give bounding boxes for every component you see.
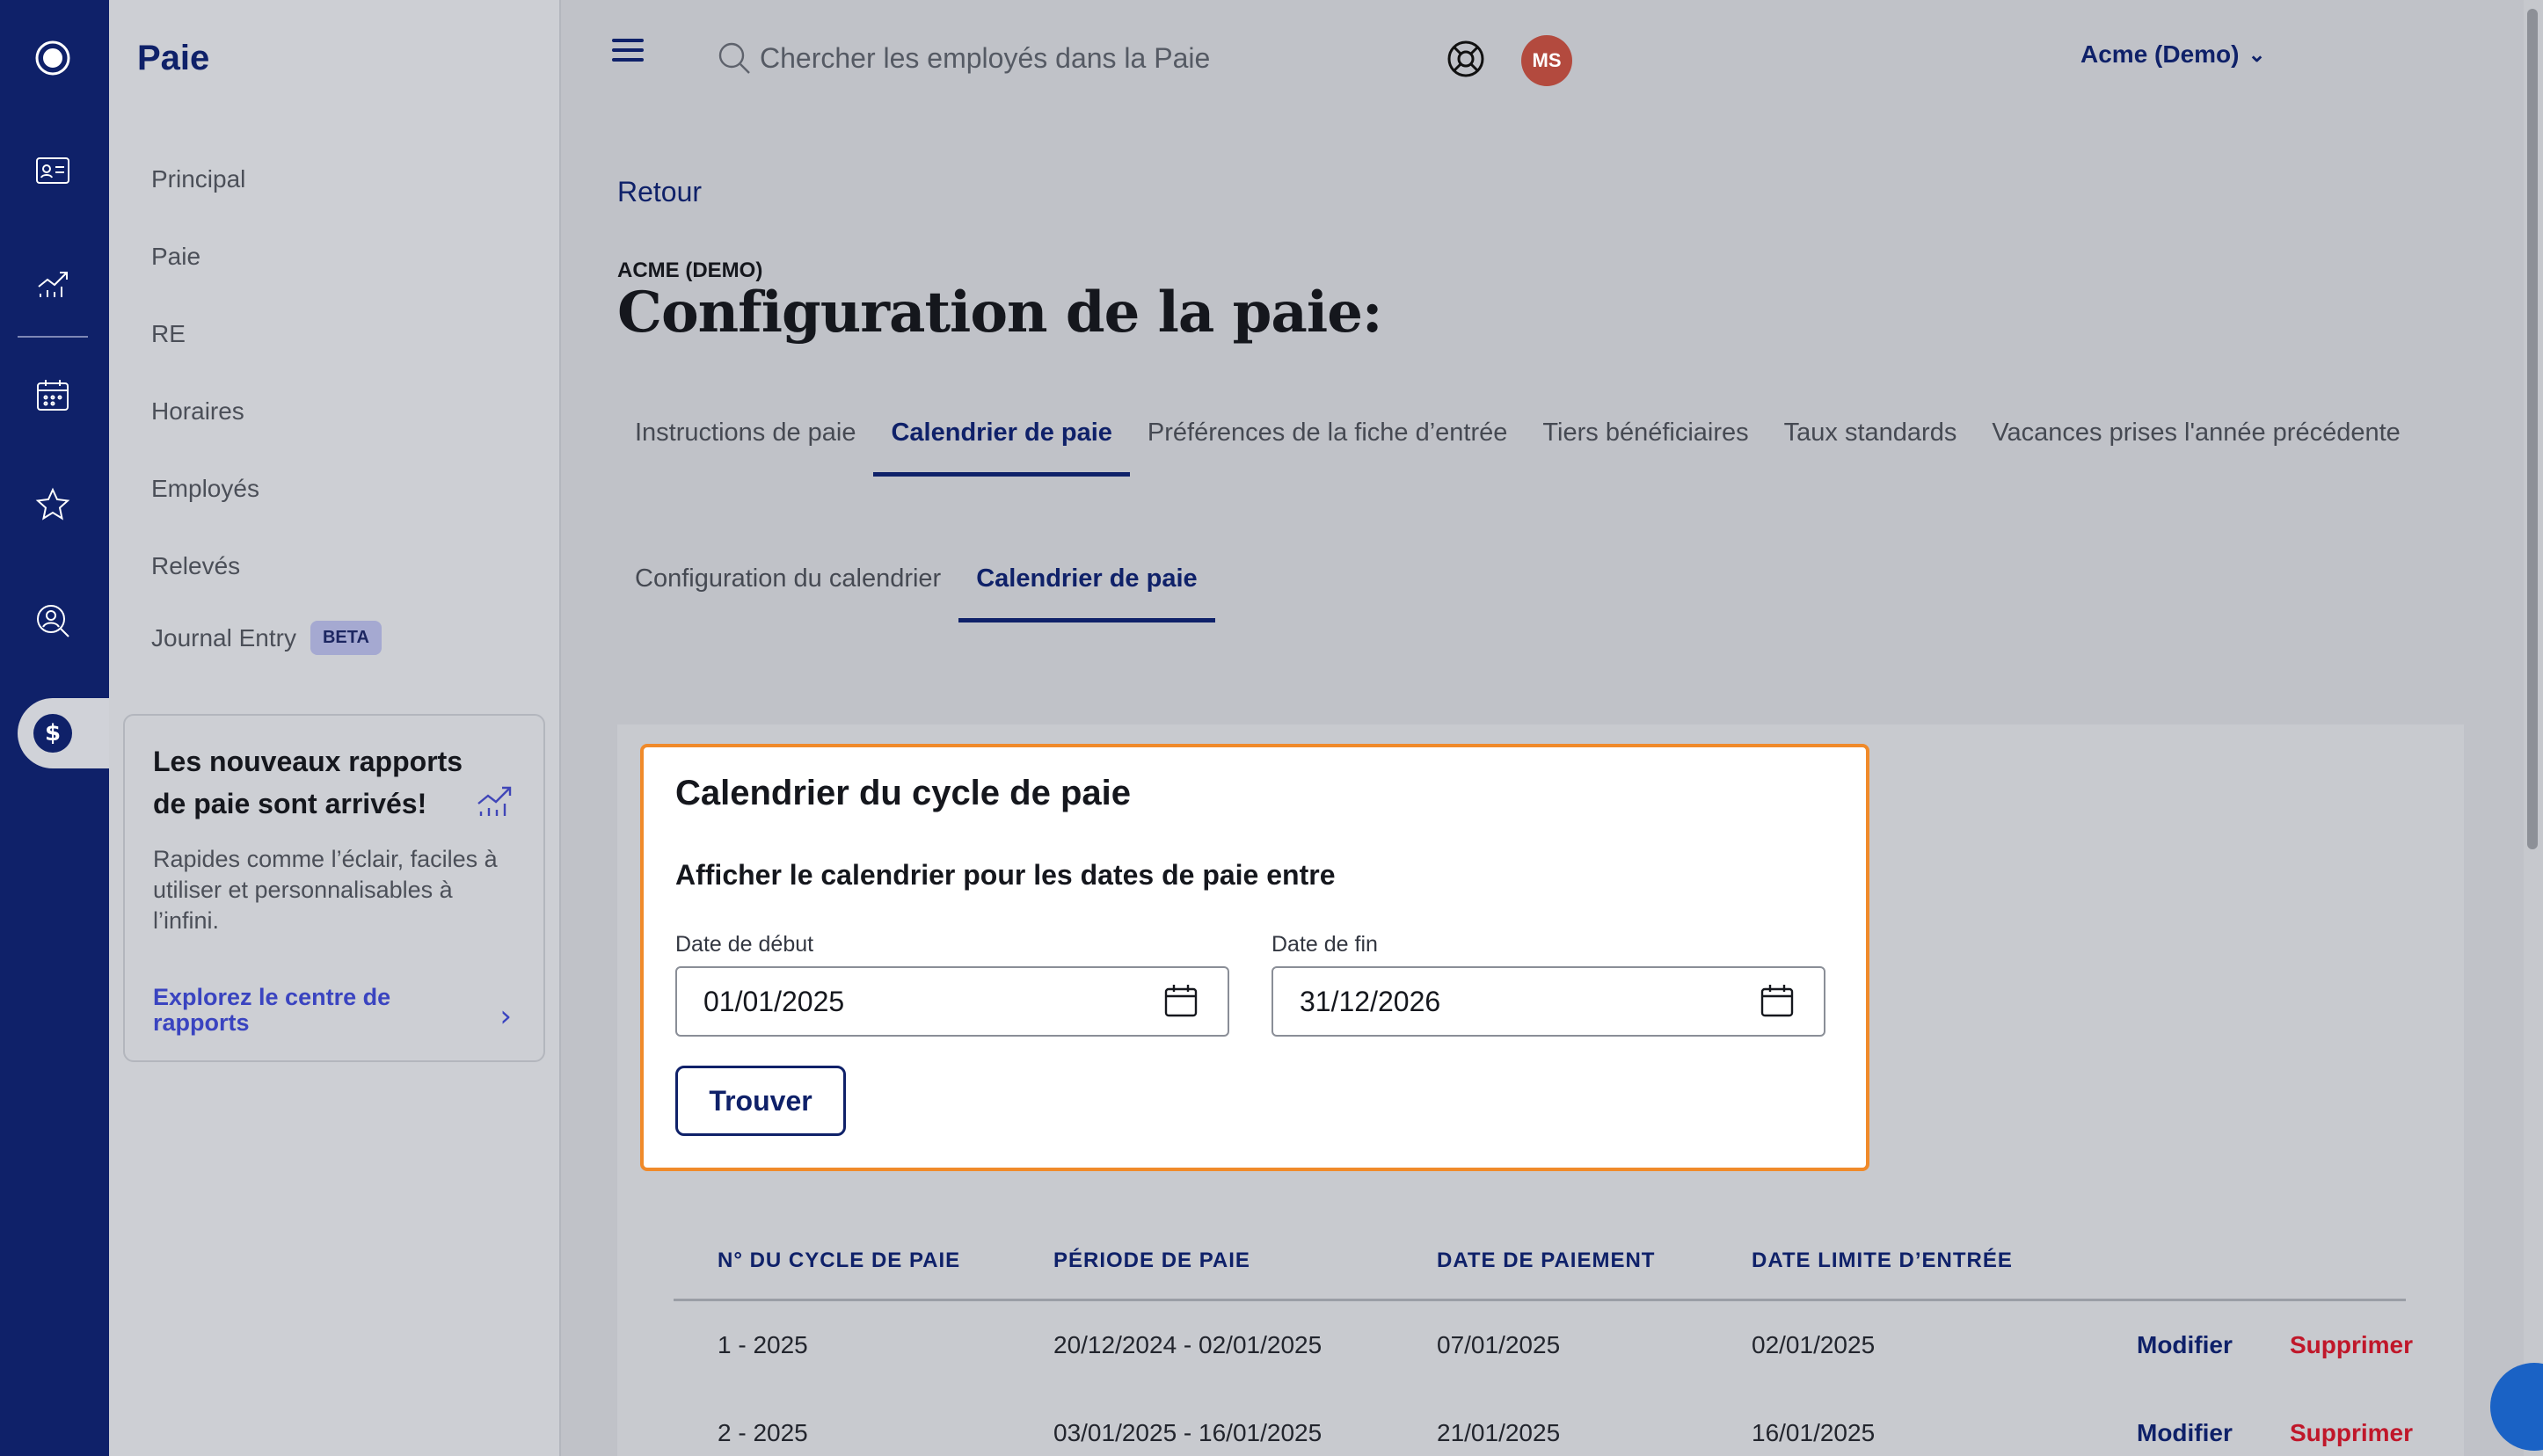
card-title: Calendrier du cycle de paie [675,774,1131,812]
start-date-box [675,966,1229,1037]
sidebar-item-re[interactable]: RE [151,320,186,348]
sidebar-item-label: Principal [151,165,246,193]
top-bar: Acme (Demo) ⌄ MS [561,0,2543,120]
header-period: PÉRIODE DE PAIE [1053,1248,1250,1272]
table-row: 1 - 2025 20/12/2024 - 02/01/2025 07/01/2… [674,1301,2413,1389]
promo-title: Les nouveaux rapports de paie sont arriv… [153,746,463,819]
calendar-icon[interactable] [1757,981,1797,1022]
beta-badge: BETA [310,621,382,655]
end-date-box [1272,966,1825,1037]
sidebar-item-label: Horaires [151,397,244,425]
header-deadline: DATE LIMITE D’ENTRÉE [1752,1248,2013,1272]
table-row: 2 - 2025 03/01/2025 - 16/01/2025 21/01/2… [674,1389,2413,1456]
tab-preferences-fiche-entree[interactable]: Préférences de la fiche d’entrée [1130,411,1525,477]
sidebar-item-label: Paie [151,243,201,270]
company-selector[interactable]: Acme (Demo) ⌄ [2080,40,2266,69]
back-link[interactable]: Retour [617,176,702,208]
sidebar-title: Paie [137,39,210,77]
end-date-field: Date de fin [1272,932,1825,1037]
sidebar: Paie Principal Paie RE Horaires Employés… [109,0,561,1456]
sidebar-item-employes[interactable]: Employés [151,475,259,503]
help-icon[interactable] [1446,39,1486,79]
start-date-input[interactable] [703,985,1126,1018]
page-scrollbar[interactable] [2524,0,2543,1456]
main-content: Acme (Demo) ⌄ MS Retour ACME (DEMO) Conf… [561,0,2543,1456]
sub-tabs: Configuration du calendrier Calendrier d… [617,557,1215,622]
cell-payment-date: 07/01/2025 [1437,1331,1561,1358]
icon-rail: $ [0,0,109,1456]
start-date-field: Date de début [675,932,1229,1037]
rail-divider [18,336,88,338]
avatar[interactable]: MS [1521,35,1572,86]
promo-description: Rapides comme l’éclair, faciles à utilis… [153,846,498,934]
subtab-configuration-calendrier[interactable]: Configuration du calendrier [617,557,958,622]
cell-deadline: 16/01/2025 [1752,1419,1876,1446]
subtab-calendrier-de-paie[interactable]: Calendrier de paie [958,557,1215,622]
sidebar-item-label: Journal Entry [151,623,296,652]
company-name: Acme (Demo) [2080,40,2240,68]
tab-calendrier-de-paie[interactable]: Calendrier de paie [873,411,1130,477]
table-header: N° DU CYCLE DE PAIE PÉRIODE DE PAIE DATE… [674,1222,2406,1301]
search-input[interactable] [760,41,1498,75]
main-tabs: Instructions de paie Calendrier de paie … [617,411,2418,477]
calendar-icon[interactable] [1161,981,1201,1022]
reports-promo-card: Les nouveaux rapports de paie sont arriv… [123,714,545,1062]
tab-vacances-annee-precedente[interactable]: Vacances prises l'année précédente [1974,411,2417,477]
sidebar-item-label: Relevés [151,552,241,579]
sidebar-item-journal-entry[interactable]: Journal Entry BETA [151,621,382,655]
analytics-icon[interactable] [30,260,76,306]
analytics-icon [473,779,515,821]
header-payment-date: DATE DE PAIEMENT [1437,1248,1656,1272]
tab-instructions-de-paie[interactable]: Instructions de paie [617,411,873,477]
dollar-icon[interactable]: $ [33,714,72,753]
sidebar-item-horaires[interactable]: Horaires [151,397,244,426]
pay-cycle-calendar-card: Calendrier du cycle de paie Afficher le … [640,744,1869,1171]
start-date-label: Date de début [675,932,814,957]
star-icon[interactable] [30,482,76,528]
employee-card-icon[interactable] [30,148,76,193]
calendar-icon[interactable] [30,373,76,419]
sidebar-item-releves[interactable]: Relevés [151,552,240,580]
search-bar [716,33,1507,83]
edit-link[interactable]: Modifier [2137,1419,2233,1447]
edit-link[interactable]: Modifier [2137,1331,2233,1359]
cell-period: 20/12/2024 - 02/01/2025 [1053,1331,1323,1358]
sidebar-item-label: RE [151,320,186,347]
header-cycle: N° DU CYCLE DE PAIE [718,1248,961,1272]
sidebar-item-label: Employés [151,475,259,502]
cell-cycle: 2 - 2025 [718,1419,808,1446]
explore-reports-link[interactable]: Explorez le centre de rapports [153,985,452,1036]
cell-deadline: 02/01/2025 [1752,1331,1876,1358]
find-button[interactable]: Trouver [675,1066,846,1136]
chevron-right-icon[interactable]: › [499,999,512,1034]
logo-icon[interactable] [30,35,76,81]
end-date-input[interactable] [1300,985,1722,1018]
tab-taux-standards[interactable]: Taux standards [1767,411,1975,477]
search-person-icon[interactable] [30,598,76,644]
page-title: Configuration de la paie: [617,280,1383,346]
end-date-label: Date de fin [1272,932,1378,957]
delete-link[interactable]: Supprimer [2290,1331,2413,1359]
menu-icon[interactable] [612,39,644,63]
sidebar-item-principal[interactable]: Principal [151,165,245,193]
cell-period: 03/01/2025 - 16/01/2025 [1053,1419,1323,1446]
pay-cycle-table: N° DU CYCLE DE PAIE PÉRIODE DE PAIE DATE… [674,1222,2413,1456]
chevron-down-icon: ⌄ [2248,42,2266,67]
card-subtitle: Afficher le calendrier pour les dates de… [675,859,1336,891]
delete-link[interactable]: Supprimer [2290,1419,2413,1447]
search-icon [718,42,750,74]
sidebar-item-paie[interactable]: Paie [151,243,200,271]
scrollbar-thumb[interactable] [2527,9,2538,849]
tab-tiers-beneficiaires[interactable]: Tiers bénéficiaires [1525,411,1766,477]
cell-payment-date: 21/01/2025 [1437,1419,1561,1446]
cell-cycle: 1 - 2025 [718,1331,808,1358]
